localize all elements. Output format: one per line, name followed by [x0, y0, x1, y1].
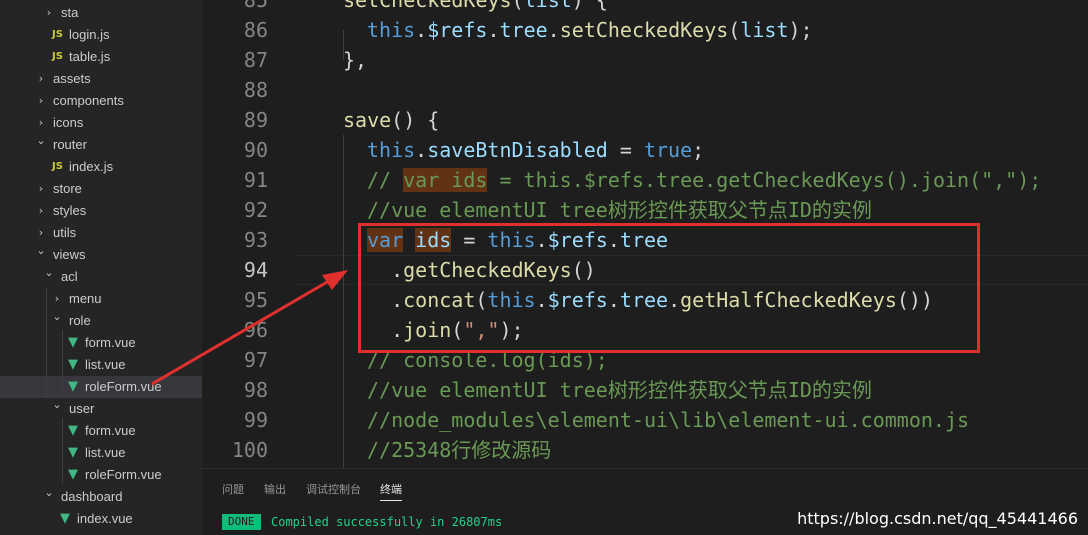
annotation-arrow: [151, 270, 348, 386]
arrow-head: [322, 270, 348, 290]
arrow-shaft: [151, 276, 335, 386]
